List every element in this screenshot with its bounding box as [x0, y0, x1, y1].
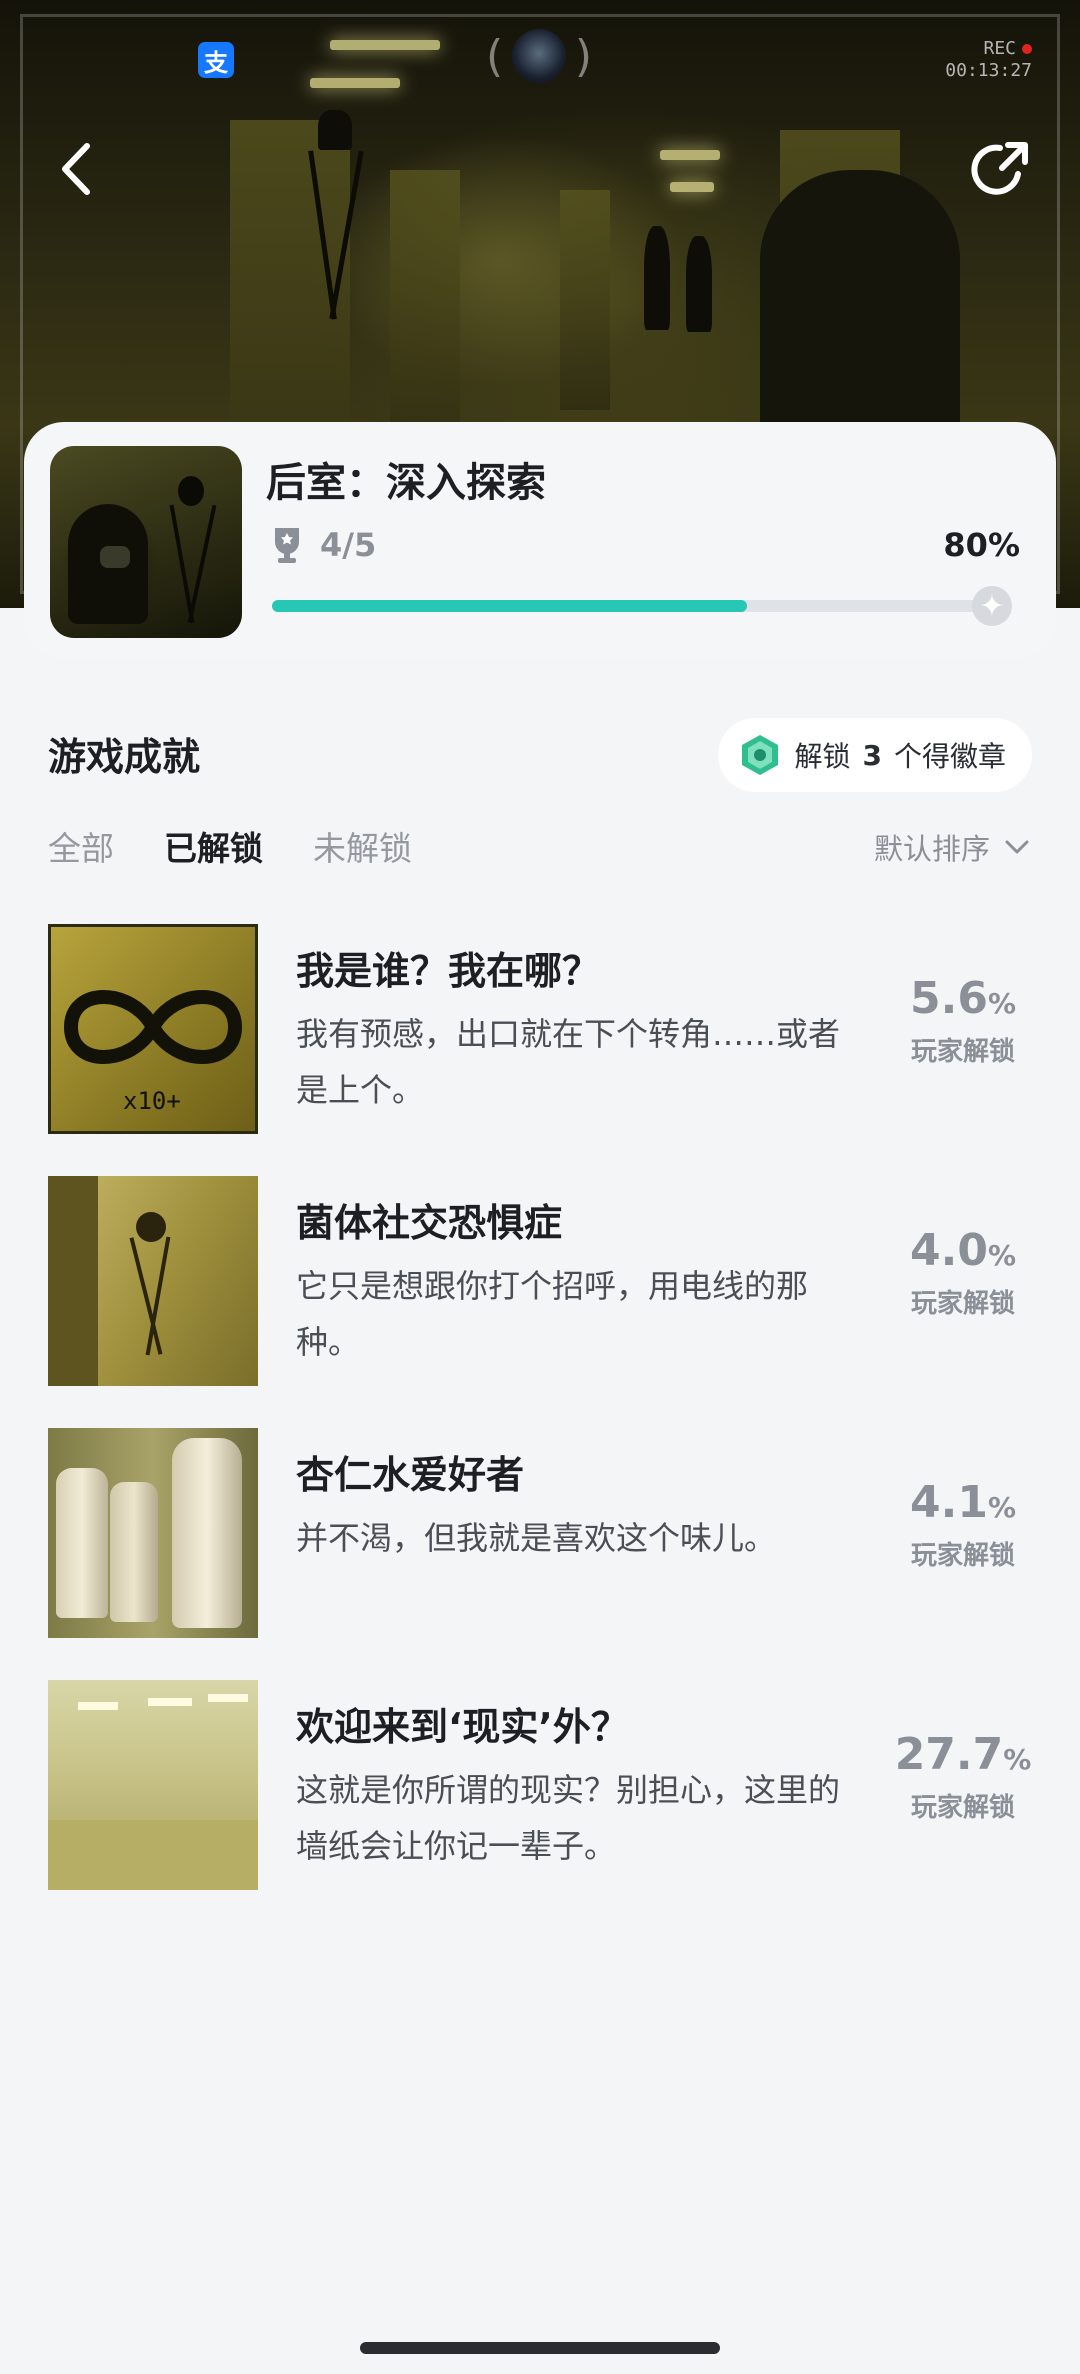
floor [48, 1820, 258, 1890]
achievement-desc: 并不渴，但我就是喜欢这个味儿。 [296, 1519, 777, 1557]
alipay-status-icon: 支 [198, 42, 234, 78]
rec-dot [1022, 44, 1032, 54]
creature-leg [187, 504, 217, 624]
distant-figure [686, 236, 712, 332]
ceiling-light [78, 1702, 118, 1710]
unlock-stat: 4.1% 玩家解锁 [888, 1478, 1038, 1572]
achievement-desc: 这就是你所谓的现实？别担心，这里的墙纸会让你记一辈子。 [296, 1771, 841, 1865]
sort-label: 默认排序 [873, 832, 990, 866]
unlock-rate: 4.0 [909, 1225, 988, 1276]
unlock-rate-label: 玩家解锁 [910, 1541, 1015, 1571]
achievement-image-infinity: x10+ [48, 924, 258, 1134]
sort-dropdown[interactable]: 默认排序 [874, 826, 1030, 868]
home-indicator[interactable] [360, 2342, 720, 2354]
section-title: 游戏成就 [48, 735, 201, 779]
ceiling-light [330, 40, 440, 50]
achievement-title: 杏仁水爱好者 [296, 1453, 525, 1497]
front-camera: () [486, 29, 592, 83]
list-item[interactable]: 杏仁水爱好者 并不渴，但我就是喜欢这个味儿。 4.1% 玩家解锁 [48, 1428, 1038, 1640]
unlock-rate-unit: % [1003, 1743, 1032, 1776]
achievement-image-bottles [48, 1428, 258, 1638]
rec-indicator: REC 00:13:27 [945, 38, 1032, 82]
unlock-rate: 5.6 [909, 973, 988, 1024]
badge-suffix: 个得徽章 [893, 740, 1006, 773]
game-thumbnail[interactable] [50, 446, 242, 638]
trophy-icon [275, 528, 299, 563]
badge-number: 3 [862, 738, 882, 772]
tab-all[interactable]: 全部 [48, 822, 114, 870]
list-item[interactable]: 菌体社交恐惧症 它只是想跟你打个招呼，用电线的那种。 4.0% 玩家解锁 [48, 1176, 1038, 1388]
ceiling-light [148, 1698, 192, 1706]
infinity-icon: x10+ [63, 990, 243, 1115]
badge-prefix: 解锁 [794, 740, 851, 773]
badge-gem-icon [742, 735, 779, 775]
progress-end-icon: ✦ [972, 586, 1012, 626]
bottle [110, 1482, 158, 1622]
unlock-stat: 27.7% 玩家解锁 [888, 1730, 1038, 1824]
achievement-image-room [48, 1680, 258, 1890]
game-title: 后室：深入探索 [266, 460, 546, 506]
achievement-desc: 我有预感，出口就在下个转角……或者是上个。 [296, 1015, 841, 1109]
unlock-rate-label: 玩家解锁 [910, 1793, 1015, 1823]
creature-head [136, 1212, 166, 1242]
list-item[interactable]: x10+ 我是谁？我在哪？ 我有预感，出口就在下个转角……或者是上个。 5.6%… [48, 924, 1038, 1136]
share-button[interactable] [964, 134, 1036, 206]
achievement-count: 4/5 [320, 526, 377, 564]
gas-mask [100, 546, 130, 568]
badge-unlock-pill[interactable]: 解锁 3 个得徽章 [718, 718, 1032, 792]
bottle [56, 1468, 108, 1618]
achievement-title: 菌体社交恐惧症 [296, 1201, 563, 1245]
creature-head [318, 110, 352, 150]
achievement-title: 欢迎来到‘现实’外？ [296, 1705, 629, 1749]
list-item[interactable]: 欢迎来到‘现实’外？ 这就是你所谓的现实？别担心，这里的墙纸会让你记一辈子。 2… [48, 1680, 1038, 1892]
achievement-title: 我是谁？我在哪？ [296, 949, 601, 993]
rec-label: REC [983, 38, 1016, 59]
progress-bar-fill [272, 600, 747, 612]
unlock-rate-unit: % [987, 1491, 1016, 1524]
unlock-rate-unit: % [987, 1239, 1016, 1272]
unlock-rate-label: 玩家解锁 [910, 1289, 1015, 1319]
progress-percent: 80% [943, 526, 1020, 564]
tab-locked[interactable]: 未解锁 [313, 822, 412, 870]
distant-figure [644, 226, 670, 330]
chevron-left-icon [62, 143, 90, 195]
achievement-image-creature [48, 1176, 258, 1386]
share-icon [971, 142, 1028, 195]
corridor-pillar [560, 190, 610, 410]
filter-tabs: 全部 已解锁 未解锁 [48, 822, 412, 870]
tab-unlocked[interactable]: 已解锁 [164, 822, 263, 870]
ceiling-light [208, 1694, 248, 1702]
ceiling-light [670, 182, 714, 192]
progress-bar [272, 600, 996, 612]
rec-time: 00:13:27 [945, 60, 1032, 81]
creature-head [178, 476, 204, 506]
unlock-stat: 4.0% 玩家解锁 [888, 1226, 1038, 1320]
game-card: 后室：深入探索 4/5 80% ✦ [24, 422, 1056, 658]
ceiling-light [660, 150, 720, 160]
ceiling-light [310, 78, 400, 88]
achievement-desc: 它只是想跟你打个招呼，用电线的那种。 [296, 1267, 809, 1361]
bottle [172, 1438, 242, 1628]
back-button[interactable] [46, 132, 106, 206]
chevron-down-icon [1005, 840, 1029, 854]
unlock-stat: 5.6% 玩家解锁 [888, 974, 1038, 1068]
unlock-rate-label: 玩家解锁 [910, 1037, 1015, 1067]
wall-edge [48, 1176, 98, 1386]
unlock-rate: 4.1 [909, 1477, 988, 1528]
unlock-rate-unit: % [987, 987, 1016, 1020]
unlock-rate: 27.7 [894, 1729, 1004, 1780]
image-caption: x10+ [123, 1087, 181, 1115]
